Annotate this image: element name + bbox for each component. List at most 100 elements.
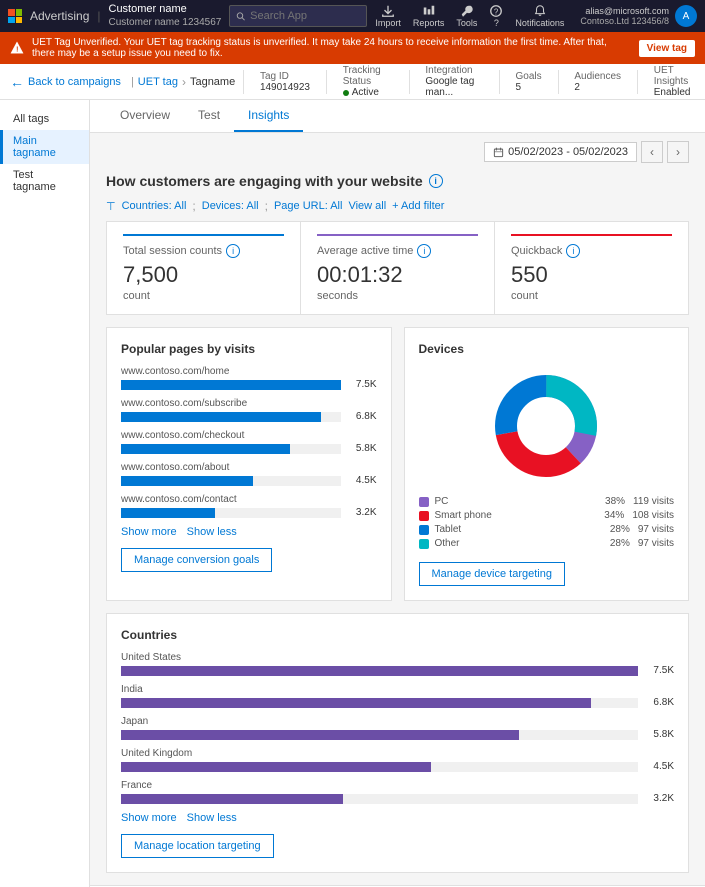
main-content: Overview Test Insights 05/02/2023 - 05/0… bbox=[90, 100, 705, 887]
calendar-icon bbox=[493, 147, 504, 158]
tracking-status-meta: Tracking Status Active bbox=[343, 65, 393, 98]
audiences-meta: Audiences 2 bbox=[574, 71, 621, 93]
stat-info-icon-0[interactable]: i bbox=[226, 244, 240, 258]
notifications-button[interactable]: Notifications bbox=[515, 4, 564, 28]
popular-page-item: www.contoso.com/about 4.5K bbox=[121, 462, 377, 486]
user-info: alias@microsoft.com Contoso.Ltd 123456/8 bbox=[580, 6, 669, 26]
popular-page-item: www.contoso.com/home 7.5K bbox=[121, 366, 377, 390]
warning-text: UET Tag Unverified. Your UET tag trackin… bbox=[32, 37, 631, 59]
date-prev-button[interactable]: ‹ bbox=[641, 141, 663, 163]
popular-page-item: www.contoso.com/subscribe 6.8K bbox=[121, 398, 377, 422]
stat-value-0: 7,500 bbox=[123, 262, 284, 288]
filters-row: ⊤ Countries: All ; Devices: All ; Page U… bbox=[90, 195, 705, 221]
reports-button[interactable]: Reports bbox=[413, 4, 445, 28]
company-name: Contoso.Ltd 123456/8 bbox=[580, 16, 669, 26]
popular-pages-bars: www.contoso.com/home 7.5K www.contoso.co… bbox=[121, 366, 377, 518]
countries-title: Countries bbox=[121, 628, 674, 642]
tabs-bar: Overview Test Insights bbox=[90, 100, 705, 133]
help-button[interactable]: ? ? bbox=[489, 4, 503, 28]
countries-card: Countries United States 7.5K India 6.8K … bbox=[106, 613, 689, 873]
user-email: alias@microsoft.com bbox=[585, 6, 669, 16]
filter-page-url[interactable]: Page URL: All bbox=[274, 200, 342, 212]
sidebar-item-main-tagname[interactable]: Main tagname bbox=[0, 130, 89, 164]
date-next-button[interactable]: › bbox=[667, 141, 689, 163]
devices-title: Devices bbox=[419, 342, 675, 356]
page-header: How customers are engaging with your web… bbox=[90, 163, 705, 195]
country-item: United Kingdom 4.5K bbox=[121, 748, 674, 772]
show-more-countries[interactable]: Show more bbox=[121, 812, 177, 824]
breadcrumb-nav: ← Back to campaigns | UET tag › Tagname … bbox=[0, 64, 705, 100]
manage-device-targeting-button[interactable]: Manage device targeting bbox=[419, 562, 565, 586]
tab-insights[interactable]: Insights bbox=[234, 100, 303, 132]
tools-button[interactable]: Tools bbox=[456, 4, 477, 28]
customer-id: Customer name 1234567 bbox=[109, 17, 222, 29]
stat-value-1: 00:01:32 bbox=[317, 262, 478, 288]
sidebar-item-test-tagname[interactable]: Test tagname bbox=[0, 164, 89, 198]
devices-donut-chart bbox=[486, 366, 606, 486]
svg-text:!: ! bbox=[16, 47, 18, 54]
stat-unit-1: seconds bbox=[317, 290, 478, 302]
search-icon bbox=[236, 11, 246, 22]
tag-id-meta: Tag ID 149014923 bbox=[260, 71, 310, 93]
filter-icon: ⊤ bbox=[106, 200, 116, 213]
view-tag-button[interactable]: View tag bbox=[639, 40, 695, 57]
tab-test[interactable]: Test bbox=[184, 100, 234, 132]
advertising-label: Advertising bbox=[30, 9, 89, 23]
countries-bars: United States 7.5K India 6.8K Japan 5.8K… bbox=[121, 652, 674, 804]
legend-item: Other 28% 97 visits bbox=[419, 538, 675, 549]
svg-text:?: ? bbox=[494, 8, 499, 17]
stat-info-icon-2[interactable]: i bbox=[566, 244, 580, 258]
stat-total-sessions: Total session counts i 7,500 count bbox=[107, 222, 301, 314]
sidebar-item-all-tags[interactable]: All tags bbox=[0, 108, 89, 130]
stat-unit-2: count bbox=[511, 290, 672, 302]
country-item: India 6.8K bbox=[121, 684, 674, 708]
stats-row: Total session counts i 7,500 count Avera… bbox=[106, 221, 689, 315]
filter-devices[interactable]: Devices: All bbox=[202, 200, 259, 212]
legend-item: PC 38% 119 visits bbox=[419, 496, 675, 507]
view-all-link[interactable]: View all bbox=[348, 200, 386, 212]
date-picker[interactable]: 05/02/2023 - 05/02/2023 bbox=[484, 142, 637, 162]
date-range-value: 05/02/2023 - 05/02/2023 bbox=[508, 146, 628, 158]
customer-name: Customer name bbox=[109, 3, 222, 16]
manage-conversion-goals-button[interactable]: Manage conversion goals bbox=[121, 548, 272, 572]
tagname-breadcrumb: Tagname bbox=[190, 76, 235, 88]
stat-unit-0: count bbox=[123, 290, 284, 302]
back-to-campaigns[interactable]: ← Back to campaigns bbox=[10, 74, 121, 90]
tab-overview[interactable]: Overview bbox=[106, 100, 184, 132]
countries-links: Show more Show less bbox=[121, 812, 674, 824]
warning-icon: ! bbox=[10, 41, 24, 55]
popular-pages-title: Popular pages by visits bbox=[121, 342, 377, 356]
info-icon[interactable]: i bbox=[429, 174, 443, 188]
search-input[interactable] bbox=[250, 10, 360, 22]
filter-countries[interactable]: Countries: All bbox=[122, 200, 187, 212]
show-more-pages[interactable]: Show more bbox=[121, 526, 177, 538]
donut-chart-wrapper bbox=[419, 366, 675, 486]
goals-meta: Goals 5 bbox=[516, 71, 542, 93]
user-profile[interactable]: alias@microsoft.com Contoso.Ltd 123456/8… bbox=[580, 5, 697, 27]
date-picker-row: 05/02/2023 - 05/02/2023 ‹ › bbox=[90, 133, 705, 163]
status-dot bbox=[343, 90, 349, 96]
app-body: All tags Main tagname Test tagname Overv… bbox=[0, 100, 705, 887]
country-item: Japan 5.8K bbox=[121, 716, 674, 740]
nav-icons: Import Reports Tools ? ? Notifications bbox=[375, 4, 564, 28]
show-less-countries[interactable]: Show less bbox=[187, 812, 237, 824]
stat-info-icon-1[interactable]: i bbox=[417, 244, 431, 258]
sidebar: All tags Main tagname Test tagname bbox=[0, 100, 90, 887]
import-button[interactable]: Import bbox=[375, 4, 401, 28]
uet-tag-link[interactable]: UET tag bbox=[138, 76, 178, 88]
search-box[interactable] bbox=[229, 5, 367, 27]
customer-info: Customer name Customer name 1234567 bbox=[109, 3, 222, 28]
top-navigation: Advertising | Customer name Customer nam… bbox=[0, 0, 705, 32]
popular-page-item: www.contoso.com/contact 3.2K bbox=[121, 494, 377, 518]
popular-page-item: www.contoso.com/checkout 5.8K bbox=[121, 430, 377, 454]
integration-meta: Integration Google tag man... bbox=[425, 65, 482, 98]
stat-value-2: 550 bbox=[511, 262, 672, 288]
manage-location-targeting-button[interactable]: Manage location targeting bbox=[121, 834, 274, 858]
add-filter-button[interactable]: + Add filter bbox=[392, 200, 444, 212]
content-grid: Popular pages by visits www.contoso.com/… bbox=[90, 327, 705, 613]
devices-card: Devices PC 38% 119 v bbox=[404, 327, 690, 601]
tag-metadata: Tag ID 149014923 Tracking Status Active … bbox=[243, 65, 695, 98]
user-avatar[interactable]: A bbox=[675, 5, 697, 27]
stat-quickback: Quickback i 550 count bbox=[495, 222, 688, 314]
show-less-pages[interactable]: Show less bbox=[187, 526, 237, 538]
